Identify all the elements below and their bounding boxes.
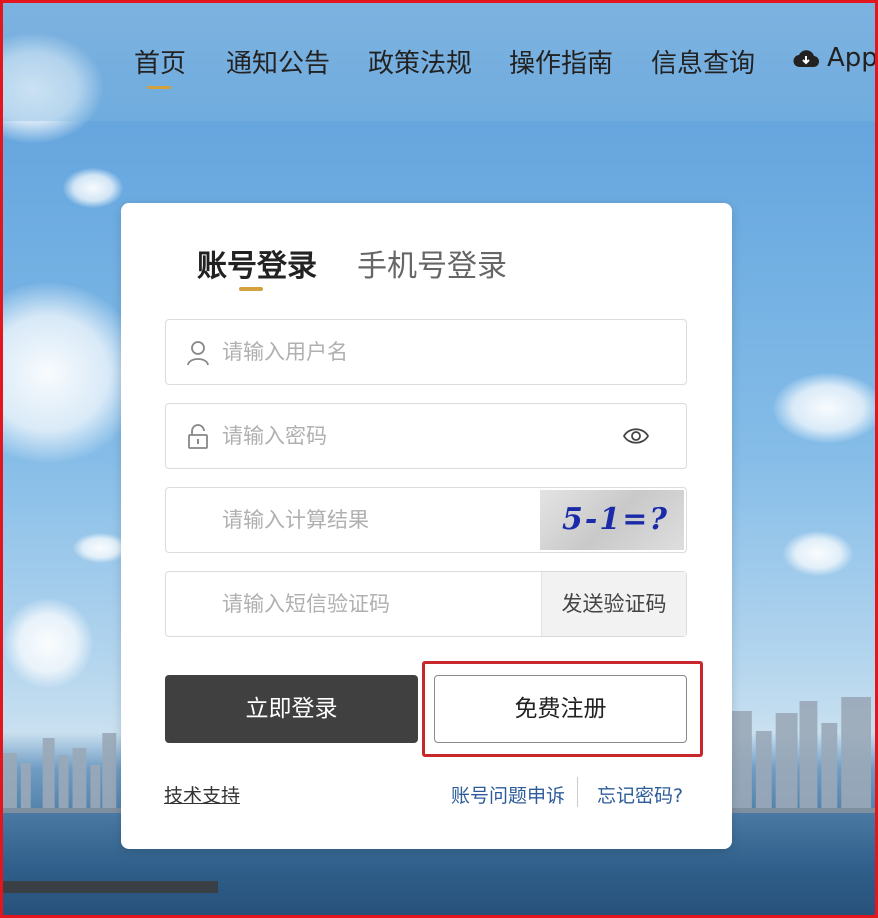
password-input[interactable] [222, 404, 552, 468]
nav-active-indicator [147, 86, 171, 89]
cloud-download-icon [793, 49, 820, 67]
account-appeal-link[interactable]: 账号问题申诉 [451, 781, 565, 808]
sms-code-input[interactable] [222, 572, 552, 636]
tab-phone-login[interactable]: 手机号登录 [357, 241, 507, 285]
password-field [165, 403, 687, 469]
nav-policies[interactable]: 政策法规 [368, 43, 472, 80]
cloud [773, 373, 875, 443]
login-card: 账号登录 手机号登录 5-1=? [121, 203, 732, 849]
nav-home[interactable]: 首页 [134, 43, 186, 80]
nav-notices[interactable]: 通知公告 [226, 43, 330, 80]
nav-app-label: App [827, 43, 878, 73]
send-code-button[interactable]: 发送验证码 [541, 572, 686, 636]
username-input[interactable] [222, 320, 552, 384]
forgot-password-link[interactable]: 忘记密码? [597, 781, 683, 808]
nav-guide[interactable]: 操作指南 [509, 43, 613, 80]
cloud [63, 168, 123, 208]
tech-support-link[interactable]: 技术支持 [164, 781, 240, 808]
link-divider [577, 777, 578, 807]
login-button[interactable]: 立即登录 [165, 675, 418, 743]
cloud [783, 531, 853, 576]
screenshot-frame: 首页 通知公告 政策法规 操作指南 信息查询 App 账号登录 手机号登录 请输… [0, 0, 878, 918]
pier [3, 881, 218, 893]
username-field [165, 319, 687, 385]
captcha-input[interactable] [222, 488, 552, 552]
register-button[interactable]: 免费注册 [434, 675, 687, 743]
captcha-image[interactable]: 5-1=? [540, 490, 684, 550]
lock-icon [188, 424, 208, 449]
captcha-text: 5-1=? [562, 502, 669, 537]
nav-app[interactable]: App [793, 43, 878, 73]
tab-active-indicator [239, 287, 263, 291]
eye-icon[interactable] [622, 425, 650, 447]
sms-code-field: 发送验证码 [165, 571, 687, 637]
nav-query[interactable]: 信息查询 [651, 43, 755, 80]
cloud [3, 598, 93, 688]
tab-account-login[interactable]: 账号登录 [197, 241, 317, 285]
user-icon [187, 341, 209, 366]
cloud [73, 533, 128, 563]
captcha-field: 5-1=? [165, 487, 687, 553]
top-nav: 首页 通知公告 政策法规 操作指南 信息查询 App [3, 3, 875, 121]
